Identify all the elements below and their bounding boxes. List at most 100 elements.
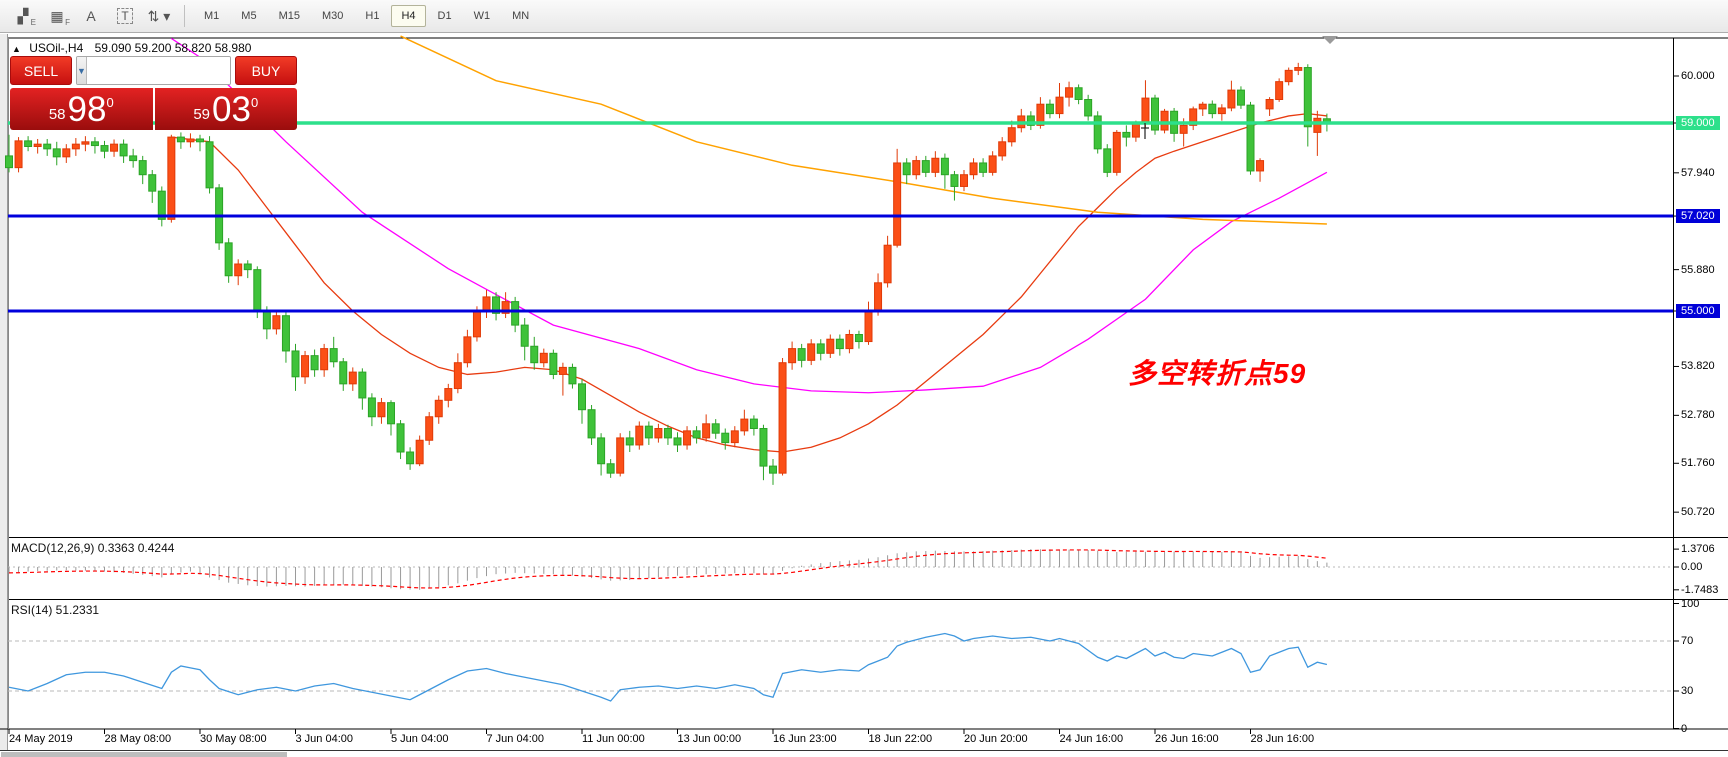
- candle-body: [243, 263, 252, 271]
- time-axis-label: 11 Jun 00:00: [582, 733, 645, 745]
- price-axis-label: 53.820: [1681, 360, 1715, 373]
- panel-collapse-icon[interactable]: ▲: [12, 44, 21, 54]
- macd-axis-label: -1.7483: [1681, 583, 1719, 596]
- sell-price-handle: 58: [48, 105, 66, 123]
- rsi-axis-label: 30: [1681, 685, 1694, 697]
- candle-body: [320, 348, 329, 371]
- trading-terminal-window: ▞ E ▦ F A T ⇅ ▾ M1 M5 M15 M30 H1 H4 D1 W1 MN ▲ USOil-,…: [0, 0, 1728, 757]
- rsi-title: RSI(14) 51.2331: [11, 603, 100, 617]
- candle-body: [969, 162, 978, 176]
- candle-body: [1275, 81, 1284, 100]
- candle-body: [1007, 127, 1016, 143]
- candle-body: [224, 242, 233, 277]
- volume-input[interactable]: [86, 57, 230, 84]
- candle-body: [797, 348, 806, 361]
- candle-body: [43, 143, 52, 150]
- time-axis-label: 24 Jun 16:00: [1059, 733, 1124, 745]
- candle-body: [759, 428, 768, 467]
- candle-body: [902, 162, 911, 176]
- candle-body: [5, 155, 13, 169]
- candle-body: [1065, 87, 1074, 98]
- candle-body: [358, 371, 367, 399]
- candle-body: [138, 160, 147, 176]
- price-axis-label: 51.760: [1681, 457, 1715, 470]
- candle-body: [14, 140, 23, 169]
- sell-button[interactable]: SELL: [10, 56, 72, 85]
- scrollbar-thumb[interactable]: [1, 752, 287, 757]
- volume-decrease-button[interactable]: ▼: [77, 57, 87, 84]
- candle-body: [1093, 115, 1102, 150]
- horizontal-scrollbar[interactable]: [0, 750, 1728, 757]
- candle-body: [854, 334, 863, 343]
- time-axis-label: 26 Jun 16:00: [1155, 733, 1219, 745]
- candle-body: [463, 336, 472, 364]
- candle-body: [1236, 89, 1245, 106]
- candle-body: [1084, 99, 1093, 117]
- candle-body: [1112, 131, 1121, 173]
- chart-shift-marker-icon: [1322, 36, 1338, 44]
- candle-body: [1151, 97, 1159, 131]
- candle-body: [845, 334, 854, 350]
- candle-body: [940, 157, 949, 176]
- candle-body: [167, 136, 176, 220]
- candle-body: [1055, 96, 1064, 115]
- sell-price-pips: 98: [67, 89, 107, 129]
- candle-body: [339, 361, 348, 385]
- candle-body: [950, 174, 959, 187]
- candle-body: [692, 430, 701, 439]
- candle-body: [1198, 103, 1207, 110]
- candle-body: [749, 418, 758, 430]
- candle-body: [539, 352, 548, 364]
- candle-body: [740, 418, 749, 432]
- symbol-title: USOil-,H4: [29, 41, 84, 55]
- chart-text-annotation: 多空转折点59: [1128, 358, 1307, 389]
- candle-body: [90, 141, 99, 147]
- candle-body: [864, 310, 873, 343]
- candle-body: [24, 140, 33, 148]
- candle-body: [329, 348, 338, 363]
- candle-body: [874, 282, 883, 312]
- rsi-axis-label: 100: [1681, 597, 1700, 610]
- candle-body: [1074, 87, 1083, 100]
- price-axis-label: 55.880: [1681, 263, 1715, 276]
- time-axis-label: 30 May 08:00: [200, 733, 267, 745]
- buy-price-point: 0: [250, 94, 259, 110]
- buy-button[interactable]: BUY: [235, 56, 297, 85]
- candle-body: [835, 338, 844, 350]
- candle-body: [721, 432, 730, 444]
- candle-body: [71, 143, 80, 150]
- candle-body: [196, 138, 204, 143]
- candle-body: [816, 343, 825, 354]
- candle-body: [33, 143, 42, 147]
- candle-body: [281, 315, 290, 352]
- candle-body: [616, 437, 625, 474]
- candle-body: [176, 136, 185, 143]
- time-axis-label: 28 May 08:00: [104, 733, 172, 745]
- candle-body: [1256, 160, 1265, 172]
- sell-price-box[interactable]: 58 98 0: [10, 88, 153, 130]
- sell-price-point: 0: [106, 94, 114, 110]
- candle-body: [1294, 67, 1303, 71]
- candle-body: [578, 383, 586, 411]
- candle-body: [511, 301, 520, 326]
- price-axis-label: 55.000: [1676, 304, 1720, 318]
- candle-body: [1313, 117, 1322, 133]
- candle-body: [186, 138, 195, 143]
- rsi-axis-label: 0: [1681, 722, 1688, 735]
- candle-body: [778, 362, 787, 474]
- candle-body: [568, 366, 577, 385]
- candle-body: [205, 141, 214, 189]
- time-axis-label: 16 Jun 23:00: [773, 733, 837, 745]
- candle-body: [262, 311, 271, 330]
- candle-body: [644, 425, 653, 439]
- candle-body: [129, 155, 138, 162]
- candle-body: [119, 143, 128, 157]
- buy-price-box[interactable]: 59 03 0: [154, 88, 297, 130]
- candle-body: [453, 362, 462, 390]
- candle-body: [100, 145, 109, 152]
- candle-body: [530, 345, 539, 364]
- ma-fast-red: [171, 112, 1327, 453]
- candle-body: [826, 338, 835, 354]
- candle-body: [606, 463, 615, 474]
- candle-body: [663, 428, 672, 439]
